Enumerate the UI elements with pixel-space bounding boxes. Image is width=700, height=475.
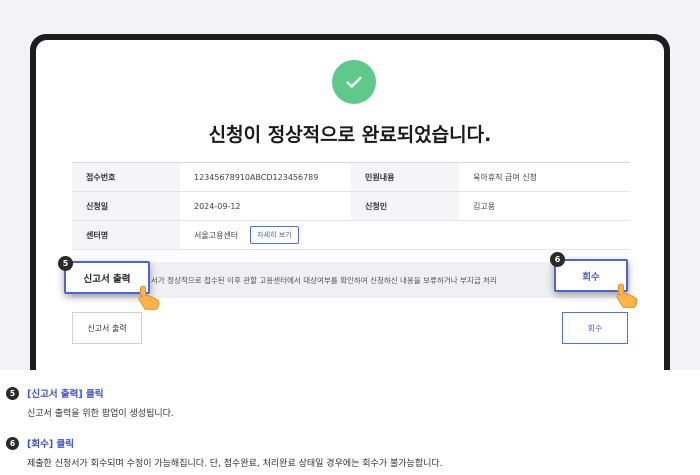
pointer-hand-icon bbox=[612, 280, 642, 310]
table-row: 센터명 서울고용센터 자세히 보기 bbox=[72, 221, 630, 250]
detail-view-button[interactable]: 자세히 보기 bbox=[250, 226, 299, 244]
step-number: 5 bbox=[6, 386, 19, 400]
table-row: 접수번호 12345678910ABCD123456789 민원내용 육아휴직 … bbox=[72, 163, 630, 192]
receipt-number-value: 12345678910ABCD123456789 bbox=[194, 172, 319, 182]
center-value-cell: 서울고용센터 자세히 보기 bbox=[180, 221, 630, 249]
step-number: 6 bbox=[6, 436, 19, 450]
device-frame: 신청이 정상적으로 완료되었습니다. 접수번호 12345678910ABCD1… bbox=[30, 34, 670, 370]
applicant-value: 김고용 bbox=[473, 201, 496, 211]
page-title: 신청이 정상적으로 완료되었습니다. bbox=[208, 124, 492, 146]
petition-content-label: 민원내용 bbox=[351, 163, 459, 191]
recall-button[interactable]: 회수 bbox=[562, 312, 628, 344]
application-info-table: 접수번호 12345678910ABCD123456789 민원내용 육아휴직 … bbox=[72, 162, 630, 250]
apply-date-label: 신청일 bbox=[72, 192, 180, 220]
step-item-6: 6 [회수] 클릭 제출한 신청서가 회수되며 수정이 가능해집니다. 단, 접… bbox=[6, 435, 443, 469]
table-row: 신청일 2024-09-12 신청인 김고용 bbox=[72, 192, 630, 221]
step-title: [신고서 출력] 클릭 bbox=[27, 389, 104, 400]
dialog-screen: 신청이 정상적으로 완료되었습니다. 접수번호 12345678910ABCD1… bbox=[36, 40, 664, 370]
apply-date-value: 2024-09-12 bbox=[194, 201, 241, 211]
petition-content-value: 육아휴직 급여 신청 bbox=[473, 172, 537, 182]
receipt-number-label: 접수번호 bbox=[72, 163, 180, 191]
step-6-badge: 6 bbox=[550, 252, 565, 267]
step-description: 제출한 신청서가 회수되며 수정이 가능해집니다. 단, 접수완료, 처리완료 … bbox=[27, 459, 443, 469]
step-title: [회수] 클릭 bbox=[27, 439, 74, 450]
step-item-5: 5 [신고서 출력] 클릭 신고서 출력을 위한 팝업이 생성됩니다. bbox=[6, 385, 174, 419]
success-check-icon bbox=[332, 60, 376, 104]
center-label: 센터명 bbox=[72, 221, 180, 249]
screenshot-stage: 신청이 정상적으로 완료되었습니다. 접수번호 12345678910ABCD1… bbox=[0, 0, 700, 370]
step-description: 신고서 출력을 위한 팝업이 생성됩니다. bbox=[27, 409, 174, 419]
pointer-hand-icon bbox=[134, 282, 164, 312]
step-5-badge: 5 bbox=[58, 256, 73, 271]
print-report-button[interactable]: 신고서 출력 bbox=[72, 312, 142, 344]
applicant-label: 신청인 bbox=[351, 192, 459, 220]
center-value: 서울고용센터 bbox=[194, 230, 239, 240]
